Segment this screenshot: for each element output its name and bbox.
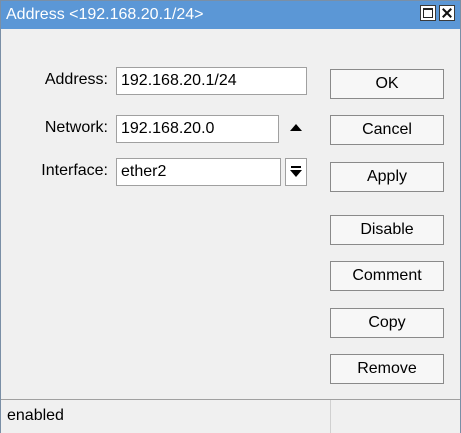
- up-arrow-icon[interactable]: [285, 115, 307, 143]
- address-input[interactable]: [116, 67, 307, 95]
- ok-button[interactable]: OK: [330, 69, 444, 99]
- close-icon[interactable]: [439, 5, 455, 21]
- apply-button[interactable]: Apply: [330, 162, 444, 192]
- interface-label: Interface:: [41, 162, 108, 179]
- maximize-icon[interactable]: [420, 5, 436, 21]
- cancel-button[interactable]: Cancel: [330, 115, 444, 145]
- comment-button[interactable]: Comment: [330, 261, 444, 291]
- status-divider: [330, 400, 331, 433]
- address-label: Address:: [44, 71, 108, 88]
- dropdown-arrow-icon[interactable]: [285, 158, 307, 186]
- copy-button[interactable]: Copy: [330, 308, 444, 338]
- disable-button[interactable]: Disable: [330, 215, 444, 245]
- address-window: Address <192.168.20.1/24> Address: Netwo…: [0, 0, 461, 433]
- status-text: enabled: [7, 407, 64, 424]
- network-label: Network:: [44, 119, 108, 136]
- title-bar[interactable]: Address <192.168.20.1/24>: [1, 1, 460, 29]
- interface-select[interactable]: [116, 158, 281, 186]
- window-title: Address <192.168.20.1/24>: [6, 6, 204, 23]
- network-input[interactable]: [116, 115, 279, 143]
- remove-button[interactable]: Remove: [330, 354, 444, 384]
- status-bar: enabled: [1, 399, 460, 433]
